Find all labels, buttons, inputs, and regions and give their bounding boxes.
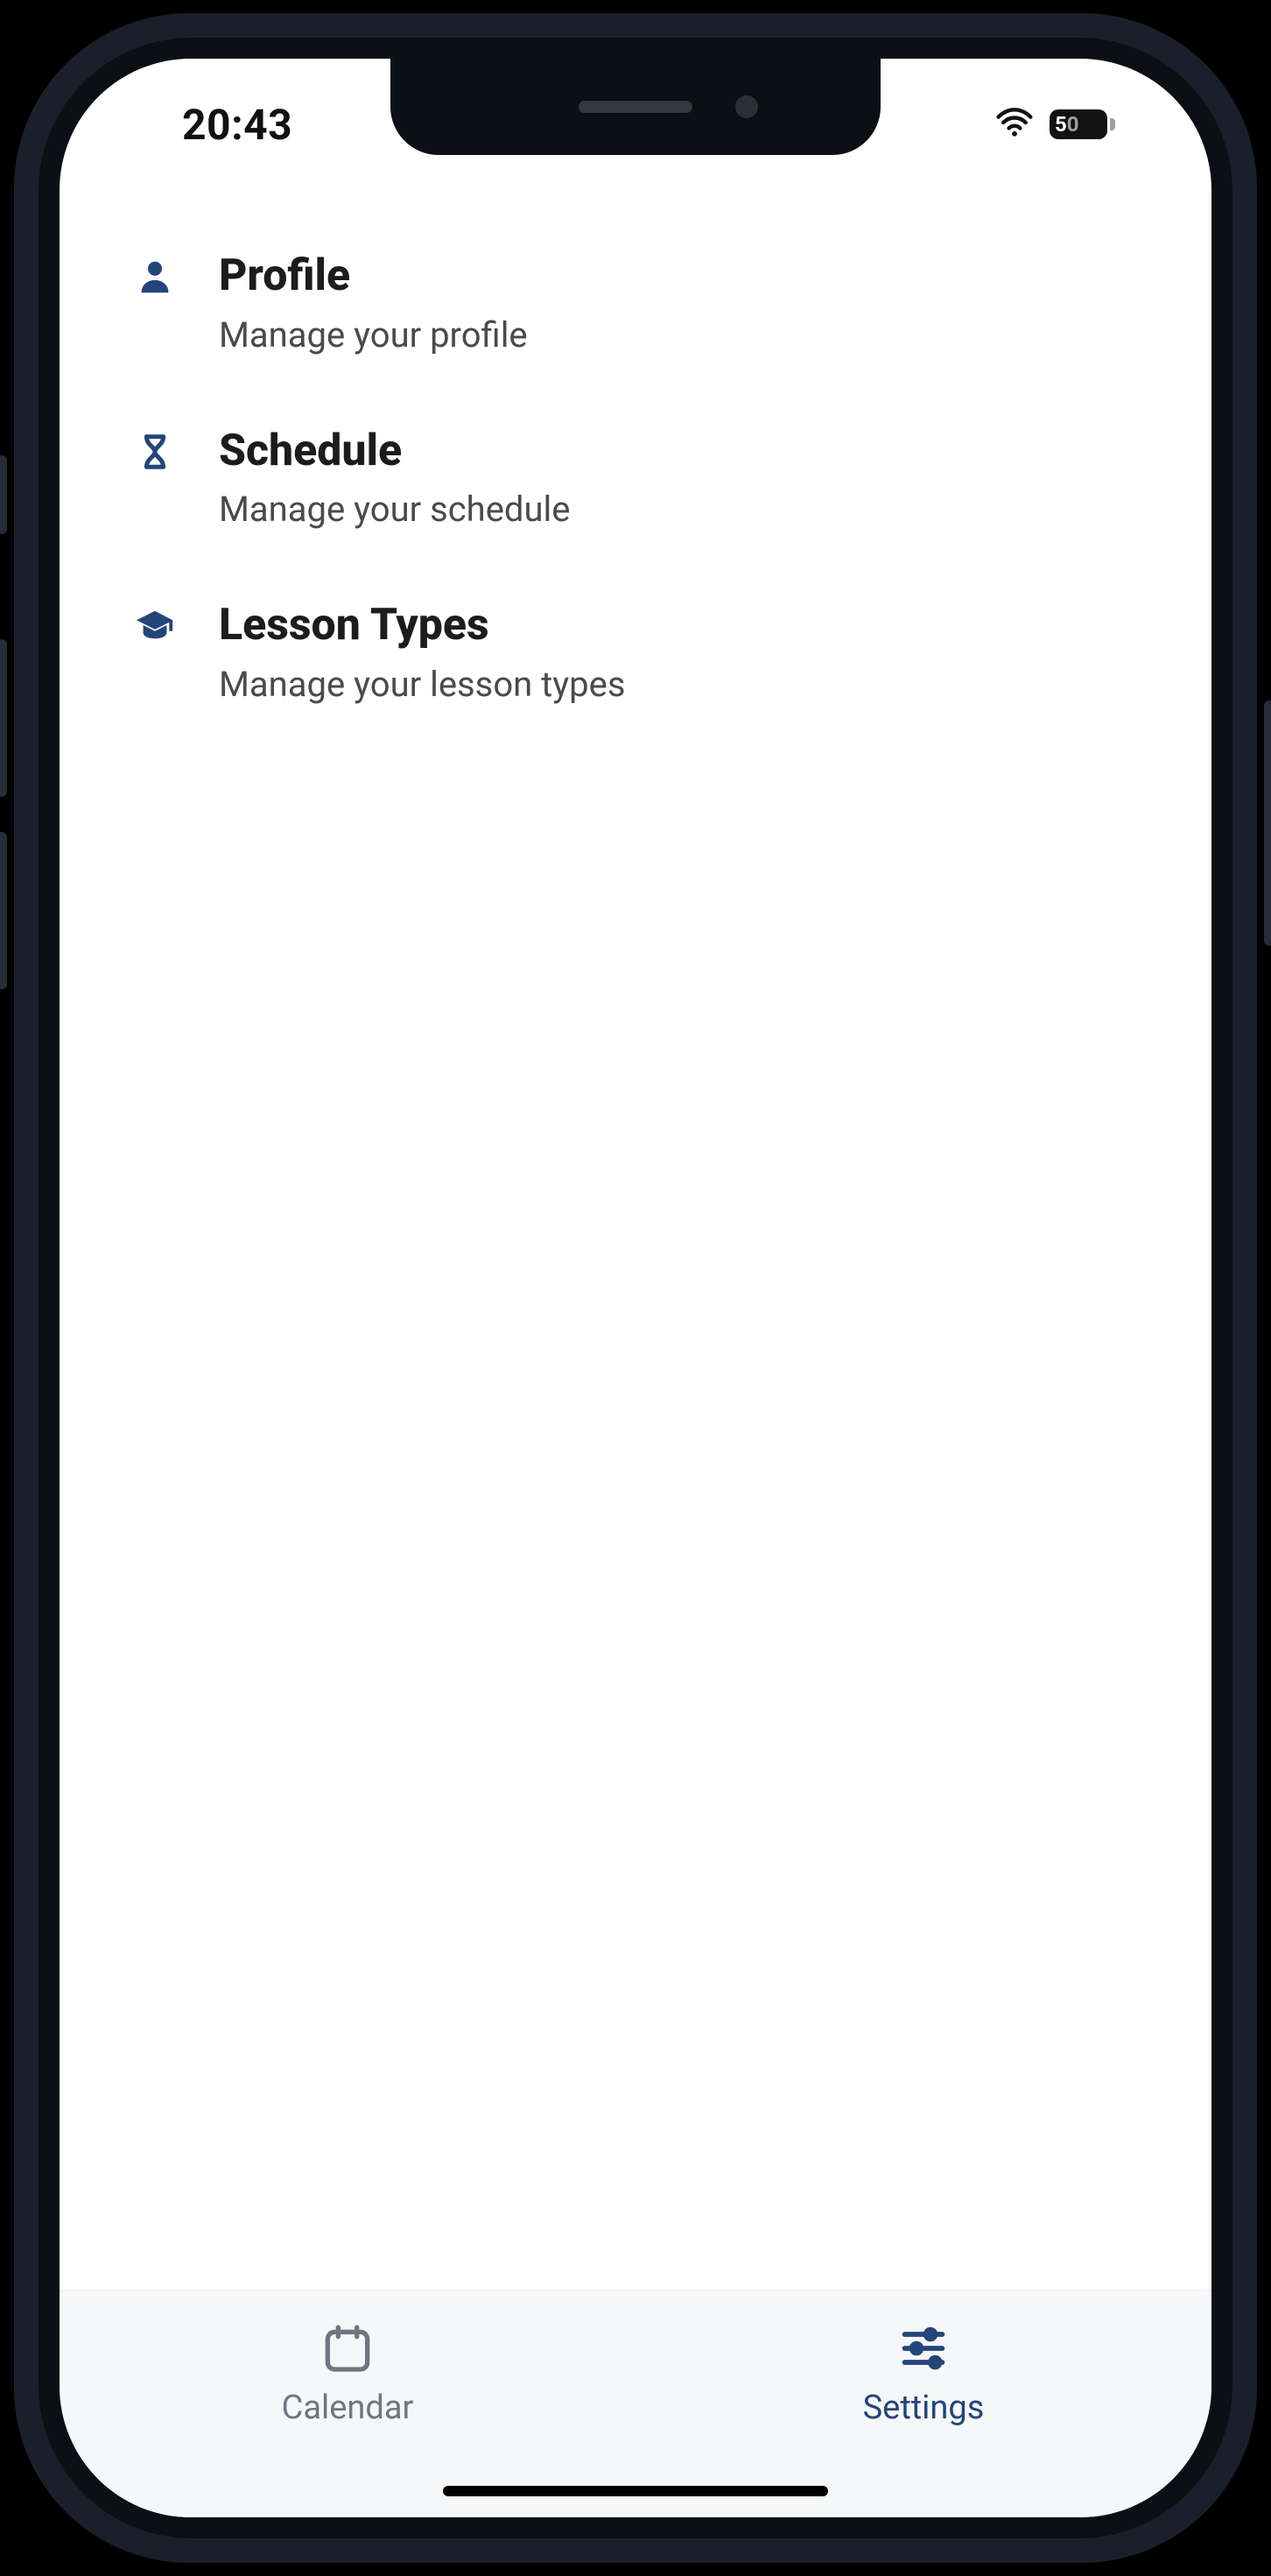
home-indicator[interactable] bbox=[443, 2486, 828, 2496]
frame-inner: 20:43 50 bbox=[39, 38, 1232, 2538]
tab-settings[interactable]: Settings bbox=[636, 2291, 1211, 2517]
volume-up-button bbox=[0, 639, 7, 797]
battery-digit-ones: 0 bbox=[1067, 114, 1079, 135]
power-button bbox=[1264, 700, 1271, 946]
notch bbox=[390, 59, 881, 155]
screen: 20:43 50 bbox=[60, 59, 1211, 2517]
silent-switch bbox=[0, 455, 7, 534]
settings-item-schedule[interactable]: Schedule Manage your schedule bbox=[121, 391, 1150, 567]
volume-down-button bbox=[0, 832, 7, 989]
battery-digit-tens: 5 bbox=[1055, 114, 1067, 135]
settings-list: Profile Manage your profile bbox=[60, 172, 1211, 2290]
front-camera bbox=[735, 95, 758, 118]
wifi-icon bbox=[995, 103, 1034, 145]
user-icon bbox=[131, 251, 179, 297]
phone-frame: 20:43 50 bbox=[0, 0, 1271, 2576]
sliders-icon bbox=[895, 2320, 951, 2380]
settings-item-lesson-types[interactable]: Lesson Types Manage your lesson types bbox=[121, 566, 1150, 741]
calendar-icon bbox=[320, 2320, 376, 2380]
status-time: 20:43 bbox=[182, 100, 292, 150]
tab-label: Calendar bbox=[282, 2389, 414, 2427]
settings-item-subtitle: Manage your schedule bbox=[219, 489, 1150, 531]
settings-item-subtitle: Manage your profile bbox=[219, 314, 1150, 356]
settings-item-title: Schedule bbox=[219, 426, 1150, 477]
frame-outer: 20:43 50 bbox=[14, 13, 1257, 2563]
graduation-cap-icon bbox=[131, 601, 179, 646]
tab-bar: Calendar bbox=[60, 2290, 1211, 2517]
speaker bbox=[579, 101, 692, 113]
tab-calendar[interactable]: Calendar bbox=[60, 2291, 636, 2517]
tab-label: Settings bbox=[863, 2389, 985, 2427]
settings-item-title: Profile bbox=[219, 251, 1150, 302]
hourglass-icon bbox=[131, 426, 179, 472]
settings-item-title: Lesson Types bbox=[219, 601, 1150, 651]
settings-item-subtitle: Manage your lesson types bbox=[219, 664, 1150, 706]
settings-item-profile[interactable]: Profile Manage your profile bbox=[121, 216, 1150, 391]
battery-indicator: 50 bbox=[1050, 109, 1115, 139]
